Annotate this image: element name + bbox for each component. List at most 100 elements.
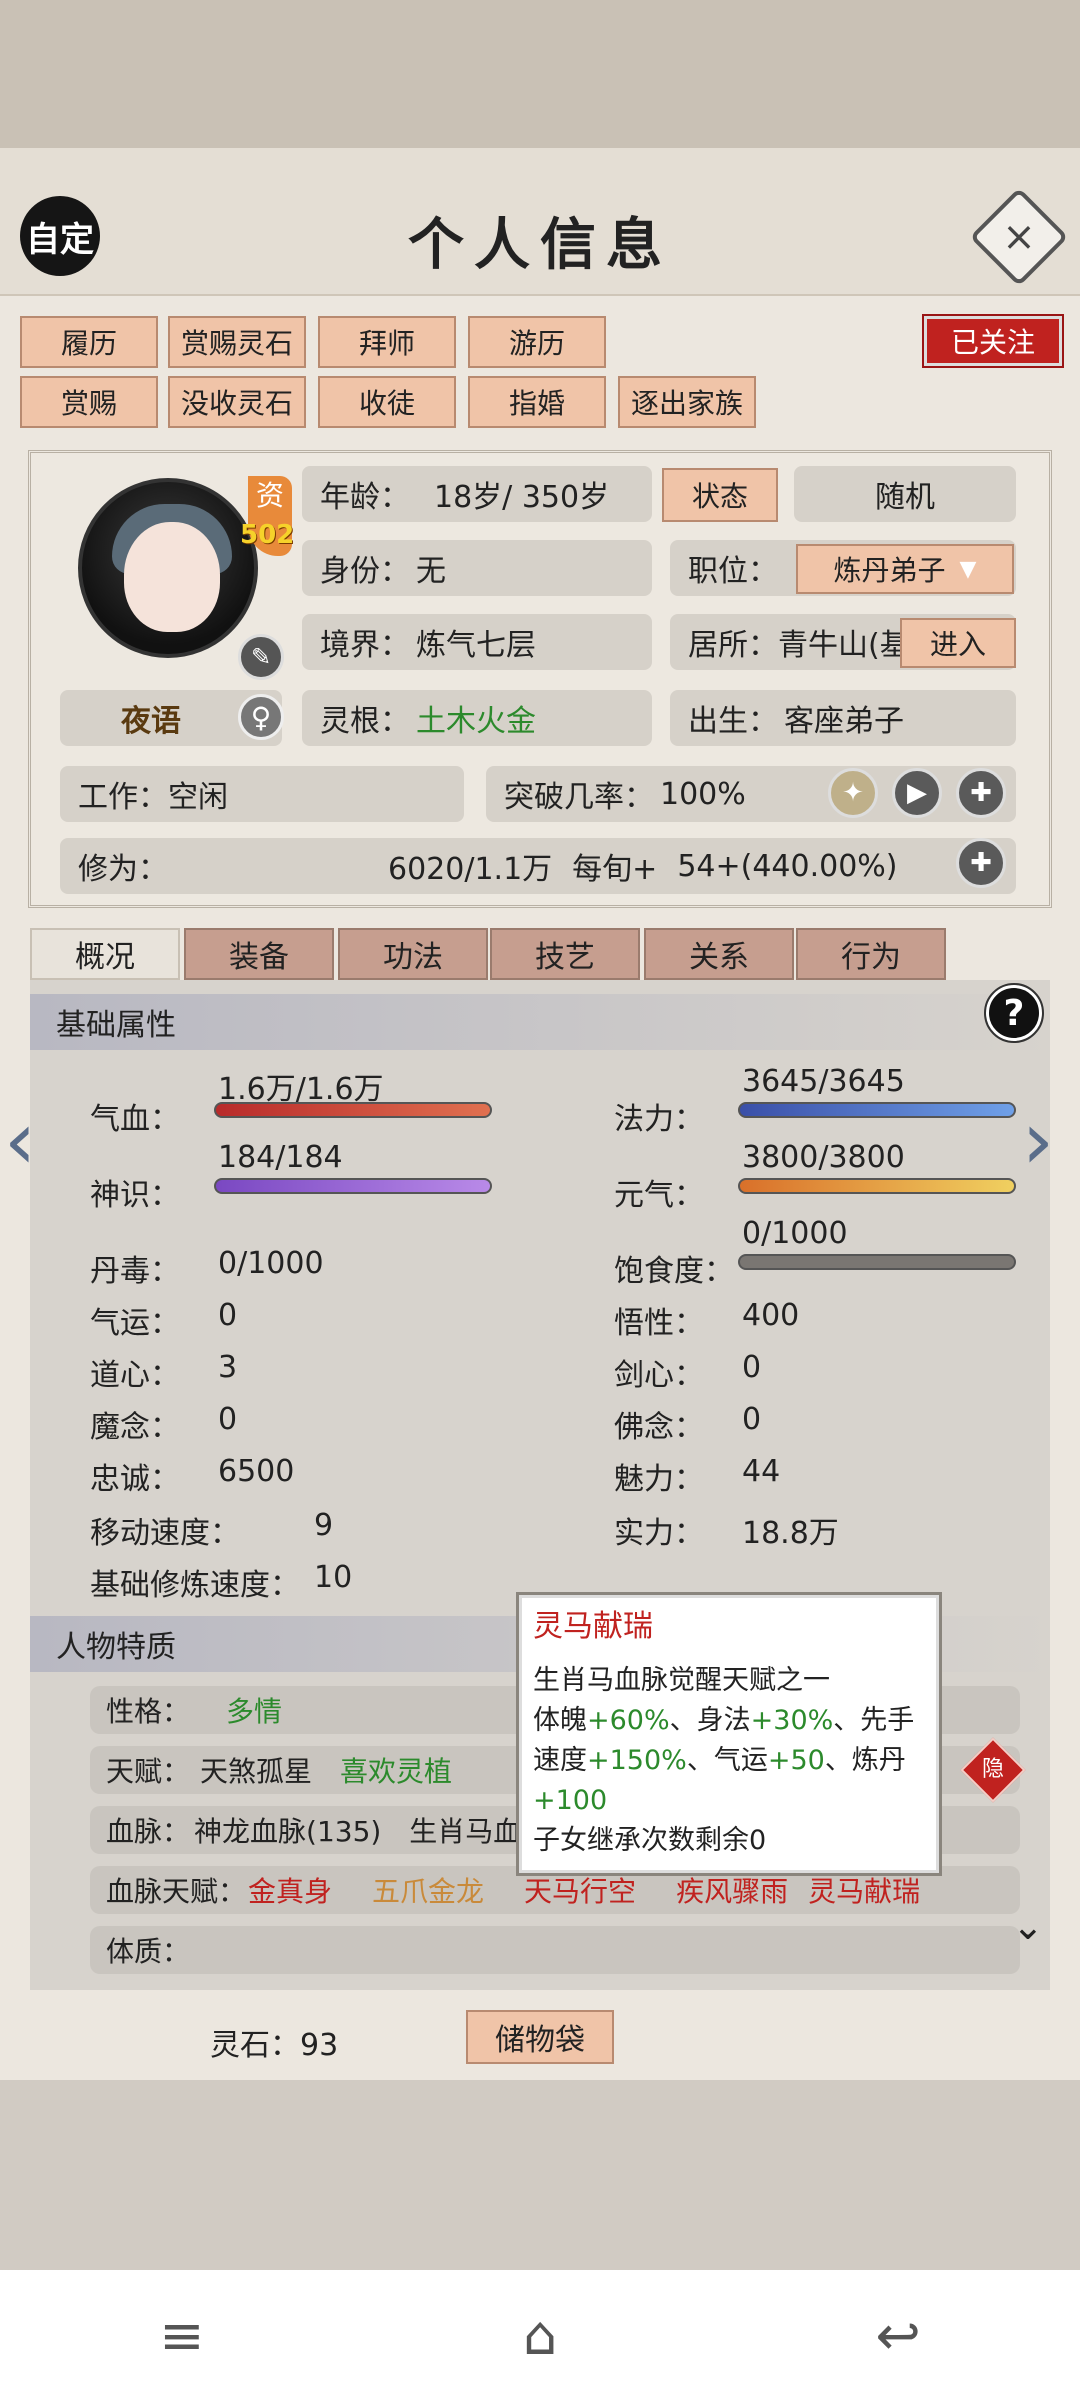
- followed-badge[interactable]: 已关注: [922, 314, 1064, 368]
- tooltip-line: 体魄+60%、身法+30%、先手: [533, 1701, 925, 1741]
- top-decoration: [0, 0, 1080, 150]
- tooltip-text: 体魄: [533, 1705, 587, 1736]
- apprentice-button[interactable]: 拜师: [318, 316, 456, 368]
- basic-attributes-header: 基础属性: [30, 994, 1050, 1050]
- stat-value: 0: [742, 1402, 762, 1437]
- root-field: 灵根： 土木火金: [302, 690, 652, 746]
- realm-field: 境界： 炼气七层: [302, 614, 652, 670]
- stat-value: 18.8万: [742, 1516, 839, 1551]
- bloodline-talent-item[interactable]: 天马行空: [524, 1870, 636, 1910]
- play-icon[interactable]: ▶: [892, 768, 942, 818]
- work-field: 工作：空闲: [60, 766, 464, 822]
- cultivation-label: 修为：: [78, 852, 168, 887]
- satiety-value: 0/1000: [742, 1216, 848, 1251]
- cultivation-value: 6020/1.1万: [388, 852, 553, 887]
- expel-family-button[interactable]: 逐出家族: [618, 376, 756, 428]
- root-value: 土木火金: [416, 704, 536, 739]
- status-button[interactable]: 状态: [662, 468, 778, 522]
- stat-label: 基础修炼速度：: [90, 1568, 300, 1603]
- yuanqi-value: 3800/3800: [742, 1140, 905, 1175]
- satiety-bar: [738, 1254, 1016, 1270]
- plus-icon[interactable]: ✚: [956, 768, 1006, 818]
- random-button[interactable]: 随机: [794, 466, 1016, 522]
- tab-relations[interactable]: 关系: [644, 928, 794, 980]
- aptitude-value: 502: [240, 520, 295, 550]
- reward-spirit-stone-button[interactable]: 赏赐灵石: [168, 316, 306, 368]
- bloodline-talent-label: 血脉天赋：: [106, 1875, 247, 1908]
- breakthrough-character-icon[interactable]: ✦: [828, 768, 878, 818]
- arrange-marriage-button[interactable]: 指婚: [468, 376, 606, 428]
- shenshi-bar: [214, 1178, 492, 1194]
- physique-label: 体质：: [106, 1935, 191, 1968]
- shenshi-label: 神识：: [90, 1178, 180, 1213]
- stat-value: 44: [742, 1454, 781, 1489]
- avatar[interactable]: [78, 478, 258, 658]
- tooltip-text: +150%: [587, 1745, 687, 1776]
- enter-button[interactable]: 进入: [900, 618, 1016, 668]
- residence-label: 居所：: [688, 628, 778, 663]
- birth-label: 出生：: [688, 704, 778, 739]
- next-arrow-icon[interactable]: ›: [1022, 1094, 1054, 1187]
- stat-value: 400: [742, 1298, 800, 1333]
- post-select[interactable]: 炼丹弟子 ▼: [796, 544, 1014, 594]
- per-turn-label: 每旬+: [572, 852, 658, 887]
- take-disciple-button[interactable]: 收徒: [318, 376, 456, 428]
- stat-label: 佛念：: [614, 1410, 704, 1445]
- tooltip-text: 速度: [533, 1745, 587, 1776]
- storage-bag-button[interactable]: 储物袋: [466, 2010, 614, 2064]
- age-label: 年龄：: [320, 480, 410, 515]
- tab-skills[interactable]: 技艺: [490, 928, 640, 980]
- tooltip-line: 子女继承次数剩余0: [533, 1825, 767, 1856]
- yuanqi-bar: [738, 1178, 1016, 1194]
- talent-label: 天赋：: [106, 1755, 191, 1788]
- fali-bar: [738, 1102, 1016, 1118]
- stat-label: 实力：: [614, 1516, 704, 1551]
- system-nav-bar: ≡ ⌂ ↩: [0, 2270, 1080, 2400]
- bloodline-talent-item[interactable]: 金真身: [248, 1870, 332, 1910]
- tooltip-line: 生肖马血脉觉醒天赋之一: [533, 1665, 830, 1696]
- chevron-down-icon[interactable]: ⌄: [1012, 1904, 1044, 1948]
- bloodline-talent-item[interactable]: 灵马献瑞: [808, 1870, 920, 1910]
- yuanqi-label: 元气：: [614, 1178, 704, 1213]
- talent-value[interactable]: 天煞孤星: [200, 1750, 312, 1790]
- identity-value: 无: [416, 554, 446, 589]
- fali-label: 法力：: [614, 1102, 704, 1137]
- history-button[interactable]: 履历: [20, 316, 158, 368]
- edit-icon[interactable]: ✎: [238, 634, 284, 680]
- home-icon[interactable]: ⌂: [523, 2304, 557, 2367]
- talent-value[interactable]: 喜欢灵植: [340, 1750, 452, 1790]
- confiscate-spirit-stone-button[interactable]: 没收灵石: [168, 376, 306, 428]
- stat-label: 道心：: [90, 1358, 180, 1393]
- stat-label: 魅力：: [614, 1462, 704, 1497]
- stat-label: 悟性：: [614, 1306, 704, 1341]
- tab-behavior[interactable]: 行为: [796, 928, 946, 980]
- bloodline-talent-item[interactable]: 疾风骤雨: [676, 1870, 788, 1910]
- bloodline-label: 血脉：: [106, 1815, 191, 1848]
- cultivation-plus-icon[interactable]: ✚: [956, 838, 1006, 888]
- back-icon[interactable]: ↩: [876, 2304, 921, 2367]
- avatar-face: [124, 522, 220, 632]
- menu-icon[interactable]: ≡: [159, 2304, 204, 2367]
- cultivation-field: 修为： 6020/1.1万 每旬+ 54+(440.00%): [60, 838, 1016, 894]
- tab-techniques[interactable]: 功法: [338, 928, 488, 980]
- breakthrough-value: 100%: [660, 776, 746, 812]
- realm-value: 炼气七层: [416, 628, 536, 663]
- tooltip-text: 、身法: [669, 1705, 751, 1736]
- tooltip-text: 、炼丹: [824, 1745, 906, 1776]
- qixue-label: 气血：: [90, 1102, 180, 1137]
- prev-arrow-icon[interactable]: ‹: [4, 1094, 36, 1187]
- tab-overview[interactable]: 概况: [30, 928, 180, 980]
- bloodline-talent-item[interactable]: 五爪金龙: [372, 1870, 484, 1910]
- travel-button[interactable]: 游历: [468, 316, 606, 368]
- hide-label: 隐: [981, 1757, 1004, 1782]
- tooltip-line: +100: [533, 1785, 608, 1816]
- physique-row: 体质：: [90, 1926, 1020, 1974]
- tooltip-text: 、气运: [686, 1745, 768, 1776]
- stat-label: 气运：: [90, 1306, 180, 1341]
- reward-button[interactable]: 赏赐: [20, 376, 158, 428]
- help-icon[interactable]: ?: [984, 983, 1044, 1043]
- tab-equipment[interactable]: 装备: [184, 928, 334, 980]
- birth-value: 客座弟子: [784, 704, 904, 739]
- shenshi-value: 184/184: [218, 1140, 343, 1175]
- identity-field: 身份：无: [302, 540, 652, 596]
